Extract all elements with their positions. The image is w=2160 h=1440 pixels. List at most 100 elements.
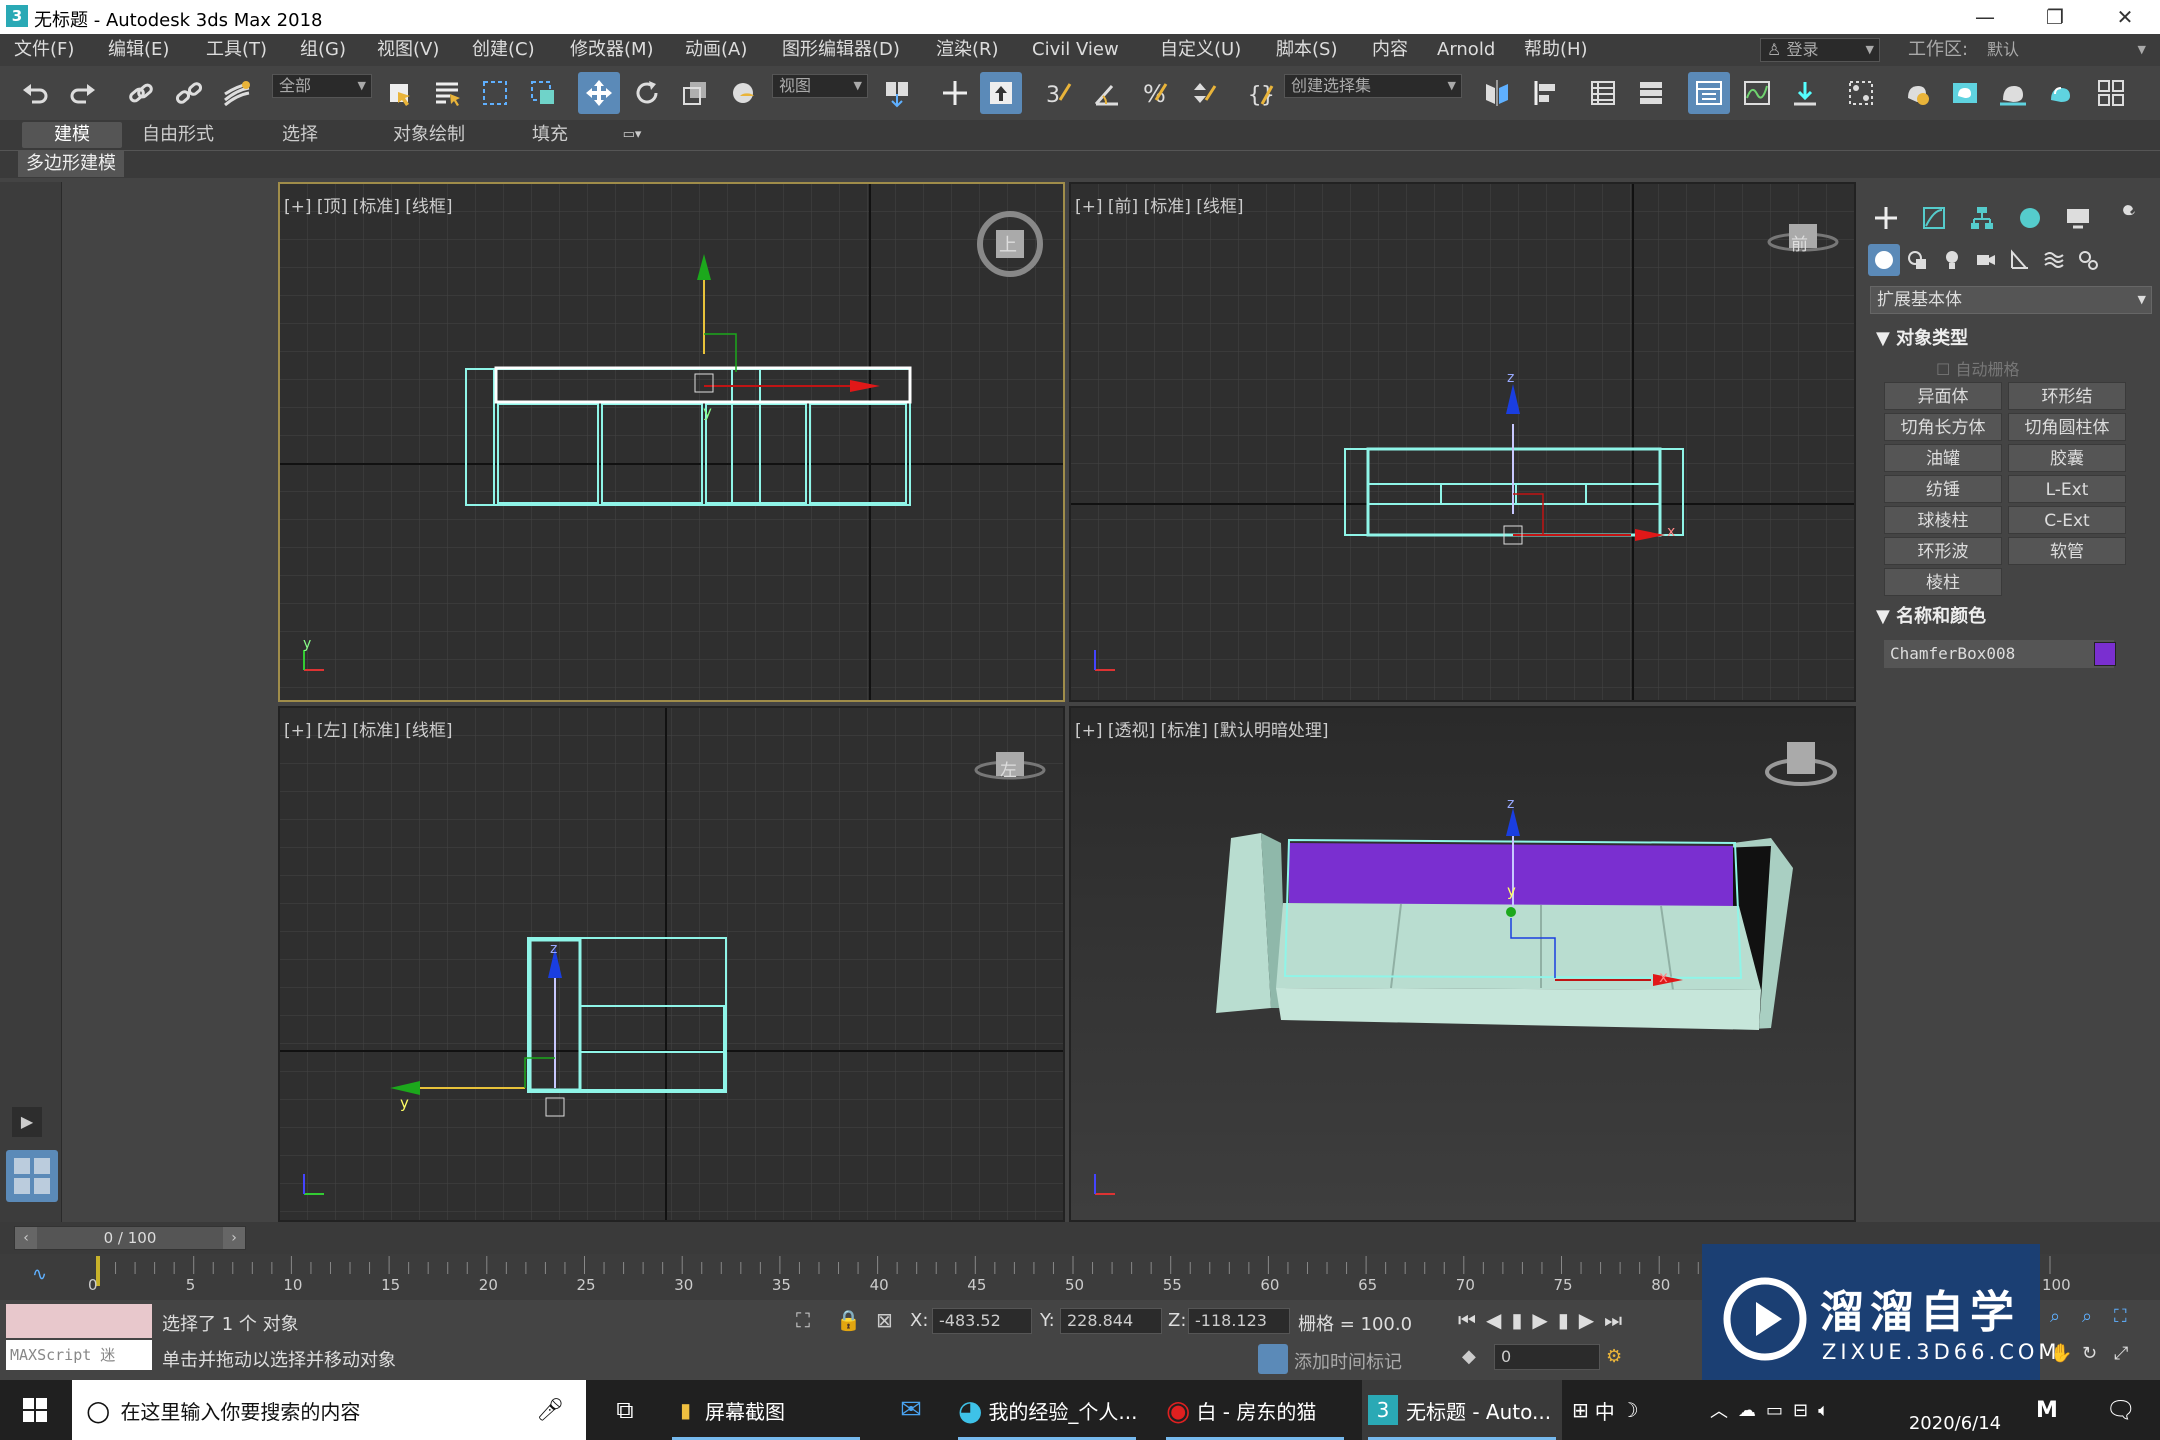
time-prev-icon[interactable]: ‹ — [15, 1227, 37, 1249]
ribbon-options-icon[interactable]: ▭▾ — [610, 122, 654, 148]
prism-button[interactable]: 棱柱 — [1884, 568, 2002, 596]
current-frame-input[interactable]: 0 — [1494, 1344, 1600, 1370]
select-move-icon[interactable] — [578, 72, 620, 114]
motion-tab-icon[interactable] — [2008, 200, 2052, 236]
link-icon[interactable] — [120, 72, 162, 114]
login-dropdown[interactable]: ♙ 登录 ▼ — [1760, 38, 1880, 62]
cameras-icon[interactable] — [1970, 244, 2002, 276]
menu-edit[interactable]: 编辑(E) — [108, 36, 169, 64]
geometry-icon[interactable] — [1868, 244, 1900, 276]
start-button[interactable] — [0, 1380, 70, 1440]
system-tray[interactable]: ︿ ☁ ▭ ⊟ 🔈︎ — [1710, 1380, 1870, 1440]
rect-selection-icon[interactable] — [474, 72, 516, 114]
isolate-icon[interactable]: ⛶ — [796, 1308, 822, 1334]
viewport-front-label[interactable]: [+] [前] [标准] [线框] — [1075, 192, 1244, 217]
hose-button[interactable]: 软管 — [2008, 537, 2126, 565]
window-crossing-icon[interactable] — [522, 72, 564, 114]
hierarchy-tab-icon[interactable] — [1960, 200, 2004, 236]
select-object-icon[interactable] — [378, 72, 420, 114]
angle-snap-icon[interactable] — [1086, 72, 1128, 114]
taskbar-date[interactable]: 2020/6/14 — [1900, 1380, 2010, 1440]
systems-icon[interactable] — [2072, 244, 2104, 276]
render-cloud-icon[interactable] — [2040, 72, 2082, 114]
notification-icon[interactable]: 🗨︎ — [2096, 1380, 2146, 1440]
bind-space-warp-icon[interactable] — [216, 72, 258, 114]
spinner-snap-icon[interactable] — [1182, 72, 1224, 114]
create-tab-icon[interactable] — [1864, 200, 1908, 236]
menu-graph-editors[interactable]: 图形编辑器(D) — [782, 36, 900, 64]
autogrid-checkbox[interactable]: ☐ 自动栅格 — [1936, 356, 2019, 380]
menu-arnold[interactable]: Arnold — [1437, 36, 1495, 64]
maximize-viewport-icon[interactable]: ⤢ — [2114, 1343, 2142, 1371]
edit-named-selection-icon[interactable]: {} — [1240, 72, 1282, 114]
viewcube-left-icon[interactable]: 左 — [1000, 756, 1017, 781]
menu-rendering[interactable]: 渲染(R) — [936, 36, 999, 64]
arnold-icon[interactable] — [2090, 72, 2132, 114]
time-next-icon[interactable]: › — [223, 1227, 245, 1249]
l-ext-button[interactable]: L-Ext — [2008, 475, 2126, 503]
tab-populate[interactable]: 填充 — [500, 122, 600, 148]
unlink-icon[interactable] — [168, 72, 210, 114]
taskbar-app-edge[interactable]: ◕ 我的经验_个人... — [952, 1380, 1142, 1440]
viewport-left-label[interactable]: [+] [左] [标准] [线框] — [284, 716, 453, 741]
select-scale-icon[interactable] — [674, 72, 716, 114]
category-dropdown[interactable]: 扩展基本体 ▼ — [1870, 286, 2152, 314]
time-config-icon[interactable]: ⚙ — [1606, 1346, 1622, 1367]
time-tag-icon[interactable] — [1258, 1344, 1288, 1374]
tab-object-paint[interactable]: 对象绘制 — [374, 122, 484, 148]
lights-icon[interactable] — [1936, 244, 1968, 276]
maxscript-listener[interactable] — [6, 1304, 152, 1338]
expand-play-icon[interactable]: ▶ — [12, 1107, 42, 1137]
keyboard-shortcut-toggle-icon[interactable] — [980, 72, 1022, 114]
chamfer-box-button[interactable]: 切角长方体 — [1884, 413, 2002, 441]
viewport-front[interactable]: [+] [前] [标准] [线框] z x 前 — [1069, 182, 1856, 702]
ribbon-toggle-icon[interactable] — [1688, 72, 1730, 114]
pivot-center-icon[interactable] — [876, 72, 918, 114]
c-ext-button[interactable]: C-Ext — [2008, 506, 2126, 534]
playback-controls[interactable]: ⏮◀▮▶▮▶⏭ — [1458, 1308, 1632, 1332]
schematic-view-icon[interactable] — [1784, 72, 1826, 114]
percent-snap-icon[interactable]: % — [1134, 72, 1176, 114]
render-production-icon[interactable] — [1992, 72, 2034, 114]
object-type-rollout[interactable]: ▼ 对象类型 — [1876, 324, 1968, 354]
redo-icon[interactable] — [62, 72, 104, 114]
taskbar-app-screenshot[interactable]: ▮ 屏幕截图 — [666, 1380, 866, 1440]
y-coord-input[interactable]: 228.844 — [1060, 1308, 1162, 1334]
ime-indicator[interactable]: ⊞ 中 ☽ — [1572, 1380, 1692, 1440]
viewport-perspective[interactable]: [+] [透视] [标准] [默认明暗处理] z y x — [1069, 706, 1856, 1222]
object-name-input[interactable]: ChamferBox008 — [1884, 640, 2114, 668]
menu-civil-view[interactable]: Civil View — [1032, 36, 1119, 64]
menu-file[interactable]: 文件(F) — [14, 36, 74, 64]
menu-view[interactable]: 视图(V) — [377, 36, 439, 64]
torus-knot-button[interactable]: 环形结 — [2008, 382, 2126, 410]
viewcube-front-icon[interactable]: 前 — [1791, 230, 1808, 255]
mini-curve-editor-icon[interactable]: ∿ — [32, 1264, 47, 1285]
close-button[interactable]: ✕ — [2090, 0, 2160, 34]
named-selection-dropdown[interactable]: 创建选择集 ▼ — [1284, 74, 1462, 98]
zoom-extents-icon[interactable]: ⛶ — [2114, 1306, 2142, 1334]
zoom-all-icon[interactable]: ⌕ — [2082, 1306, 2110, 1334]
menu-content[interactable]: 内容 — [1372, 36, 1408, 64]
mail-icon[interactable]: ✉ — [876, 1380, 946, 1440]
menu-group[interactable]: 组(G) — [300, 36, 346, 64]
modify-tab-icon[interactable] — [1912, 200, 1956, 236]
tab-selection[interactable]: 选择 — [250, 122, 350, 148]
viewport-left[interactable]: [+] [左] [标准] [线框] z y 左 — [278, 706, 1065, 1222]
select-manipulate-icon[interactable] — [934, 72, 976, 114]
key-mode-icon[interactable]: ◆ — [1462, 1346, 1476, 1367]
capsule-button[interactable]: 胶囊 — [2008, 444, 2126, 472]
select-rotate-icon[interactable] — [626, 72, 668, 114]
workspace-dropdown[interactable]: 默认 ▼ — [1980, 38, 2152, 62]
utilities-tab-icon[interactable] — [2104, 200, 2148, 236]
tab-freeform[interactable]: 自由形式 — [128, 122, 228, 148]
helpers-icon[interactable] — [2004, 244, 2036, 276]
layer-explorer-icon[interactable] — [1630, 72, 1672, 114]
menu-tools[interactable]: 工具(T) — [206, 36, 267, 64]
spindle-button[interactable]: 纺锤 — [1884, 475, 2002, 503]
place-icon[interactable] — [722, 72, 764, 114]
time-slider[interactable]: ‹ 0 / 100 › — [14, 1226, 246, 1250]
render-setup-icon[interactable] — [1896, 72, 1938, 114]
name-color-rollout[interactable]: ▼ 名称和颜色 — [1876, 602, 1986, 632]
tab-modeling[interactable]: 建模 — [22, 122, 122, 148]
snaps-toggle-icon[interactable]: 3 — [1038, 72, 1080, 114]
